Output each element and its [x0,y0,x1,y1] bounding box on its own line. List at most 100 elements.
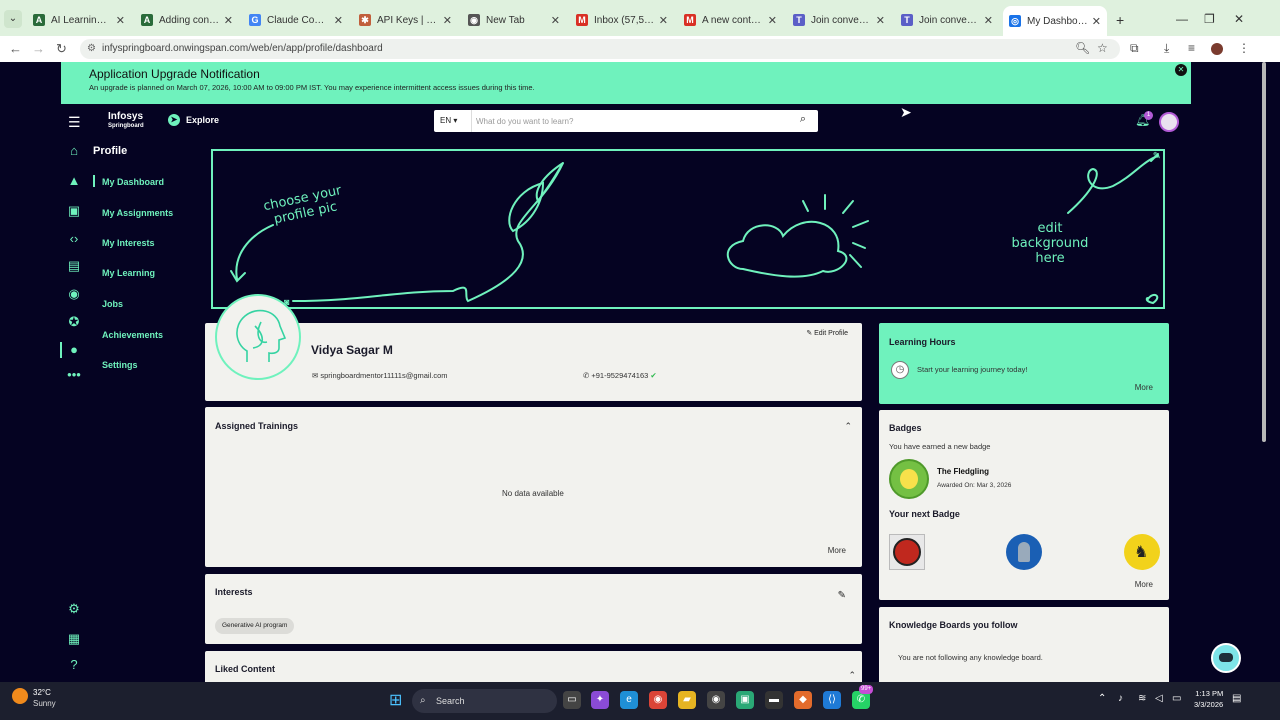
sidebar-item-jobs[interactable]: Jobs [102,299,123,309]
chrome-icon[interactable]: ◉ [649,691,667,709]
copilot-icon[interactable]: ✦ [591,691,609,709]
more-link[interactable]: More [828,546,846,555]
tab-search-button[interactable]: ⌄ [4,10,22,28]
browser-tab[interactable]: G Claude Code on V ✕ [243,8,349,32]
terminal-icon[interactable]: ▬ [765,691,783,709]
tab-close-icon[interactable]: ✕ [443,14,452,27]
next-badge-1-icon[interactable] [889,534,925,570]
collapse-icon[interactable]: ⌃ [844,421,852,432]
interest-chip[interactable]: Generative AI program [215,618,295,634]
profile-banner[interactable]: choose your profile pic edit background her… [211,149,1165,309]
sidebar-item-my-dashboard[interactable]: My Dashboard [102,177,164,187]
apps-grid-icon[interactable]: ▦ [66,631,82,647]
battery-icon[interactable]: ▭ [1172,693,1181,704]
help-icon[interactable]: ? [66,657,82,672]
browser-tab[interactable]: T Join conversation ✕ [895,8,999,32]
browser-tab[interactable]: T Join conversation ✕ [787,8,891,32]
notification-center-icon[interactable]: ▤ [1232,693,1241,704]
back-icon[interactable]: ← [9,41,22,56]
achievement-icon[interactable]: ✪ [66,314,82,330]
next-badge-2-icon[interactable] [1006,534,1042,570]
tab-close-icon[interactable]: ✕ [224,14,233,27]
windows-start-icon[interactable]: ⊞ [389,690,402,710]
profile-avatar-icon[interactable] [1211,43,1223,55]
tab-close-icon[interactable]: ✕ [334,14,343,27]
url-field[interactable]: ⚙ infyspringboard.onwingspan.com/web/en/… [80,39,1120,59]
fledgling-badge-icon[interactable] [889,459,929,499]
explore-button[interactable]: ➤ Explore [168,114,219,126]
camera-icon[interactable]: ◙ [284,297,289,307]
close-window-icon[interactable]: ✕ [1234,12,1244,26]
git-icon[interactable]: ◆ [794,691,812,709]
hamburger-menu-icon[interactable]: ☰ [68,114,81,131]
taskbar-search[interactable]: ⌕ Search [412,689,557,713]
code-icon[interactable]: ‹› [66,231,82,246]
tab-close-icon[interactable]: ✕ [659,14,668,27]
sidebar-item-my-learning[interactable]: My Learning [102,268,155,278]
file-explorer-icon[interactable]: ▰ [678,691,696,709]
volume-icon[interactable]: ◁ [1155,693,1163,704]
extensions-icon[interactable]: ⧉ [1130,41,1139,56]
edit-profile-button[interactable]: ✎ Edit Profile [806,329,848,337]
task-view-icon[interactable]: ▭ [563,691,581,709]
browser-tab[interactable]: A AI Learning Resou ✕ [27,8,131,32]
minimize-icon[interactable]: — [1176,12,1188,26]
bookmark-star-icon[interactable]: ☆ [1097,41,1108,55]
sidebar-item-my-assignments[interactable]: My Assignments [102,208,173,218]
vscode-icon[interactable]: ⟨⟩ [823,691,841,709]
taskbar-clock[interactable]: 1:13 PM 3/3/2026 [1194,688,1223,710]
wifi-icon[interactable]: ≋ [1138,693,1146,704]
settings-gear-icon[interactable]: ⚙ [66,601,82,617]
assignment-icon[interactable]: ▣ [66,203,82,219]
edit-banner-icon[interactable]: ✎ [1153,151,1161,162]
navigation-icon[interactable]: ▲ [66,173,82,188]
weather-sun-icon[interactable] [12,688,28,704]
tab-close-icon[interactable]: ✕ [1092,15,1101,28]
sidebar-item-achievements[interactable]: Achievements [102,330,163,340]
tab-close-icon[interactable]: ✕ [984,14,993,27]
tab-close-icon[interactable]: ✕ [116,14,125,27]
chat-icon[interactable]: ▤ [66,258,82,274]
chrome-profile-icon[interactable]: ◉ [707,691,725,709]
page-scrollbar[interactable] [1256,62,1280,682]
tab-close-icon[interactable]: ✕ [551,14,560,27]
microphone-icon[interactable]: ♪ [1118,693,1123,704]
sidebar-item-settings[interactable]: Settings [102,360,138,370]
app-icon[interactable]: ▣ [736,691,754,709]
chatbot-icon[interactable] [1211,643,1241,673]
profile-icon[interactable]: ● [66,342,82,357]
new-tab-button[interactable]: + [1116,12,1124,28]
home-icon[interactable]: ⌂ [66,143,82,158]
tab-close-icon[interactable]: ✕ [876,14,885,27]
browser-tab[interactable]: A Adding context ✕ [135,8,239,32]
browser-tab[interactable]: M A new contact se ✕ [678,8,783,32]
more-link[interactable]: More [1135,383,1153,392]
more-dots-icon[interactable]: ••• [66,367,82,382]
user-avatar[interactable] [1159,112,1179,132]
forward-icon[interactable]: → [32,41,45,56]
search-input[interactable] [476,113,786,129]
download-icon[interactable]: ⤓ [1164,41,1169,56]
zoom-icon[interactable]: 🔍︎ [1075,41,1090,55]
reload-icon[interactable]: ↻ [56,41,67,57]
browser-tab[interactable]: ✱ API Keys | Claude ✕ [353,8,458,32]
edit-interests-icon[interactable]: ✎ [838,590,846,601]
site-info-icon[interactable]: ⚙ [87,39,96,59]
language-select[interactable]: EN ▾ [434,110,472,132]
scrollbar-thumb[interactable] [1262,62,1266,442]
media-icon[interactable]: ≡ [1188,41,1195,55]
more-link[interactable]: More [1135,580,1153,589]
browser-menu-icon[interactable]: ⋮ [1238,41,1250,55]
edge-icon[interactable]: e [620,691,638,709]
restore-icon[interactable]: ❐ [1204,12,1215,26]
next-badge-3-icon[interactable]: ♞ [1124,534,1160,570]
sidebar-item-my-interests[interactable]: My Interests [102,238,155,248]
target-icon[interactable]: ◉ [66,286,82,302]
notice-close-icon[interactable]: ✕ [1175,64,1187,76]
browser-tab[interactable]: ◎ My Dashboard - I ✕ [1003,6,1107,36]
collapse-icon[interactable]: ⌃ [848,670,856,681]
infosys-springboard-logo[interactable]: Infosys Springboard [108,112,144,130]
search-icon[interactable]: ⌕ [800,113,806,126]
tray-overflow-icon[interactable]: ⌃ [1098,693,1106,704]
tab-close-icon[interactable]: ✕ [768,14,777,27]
